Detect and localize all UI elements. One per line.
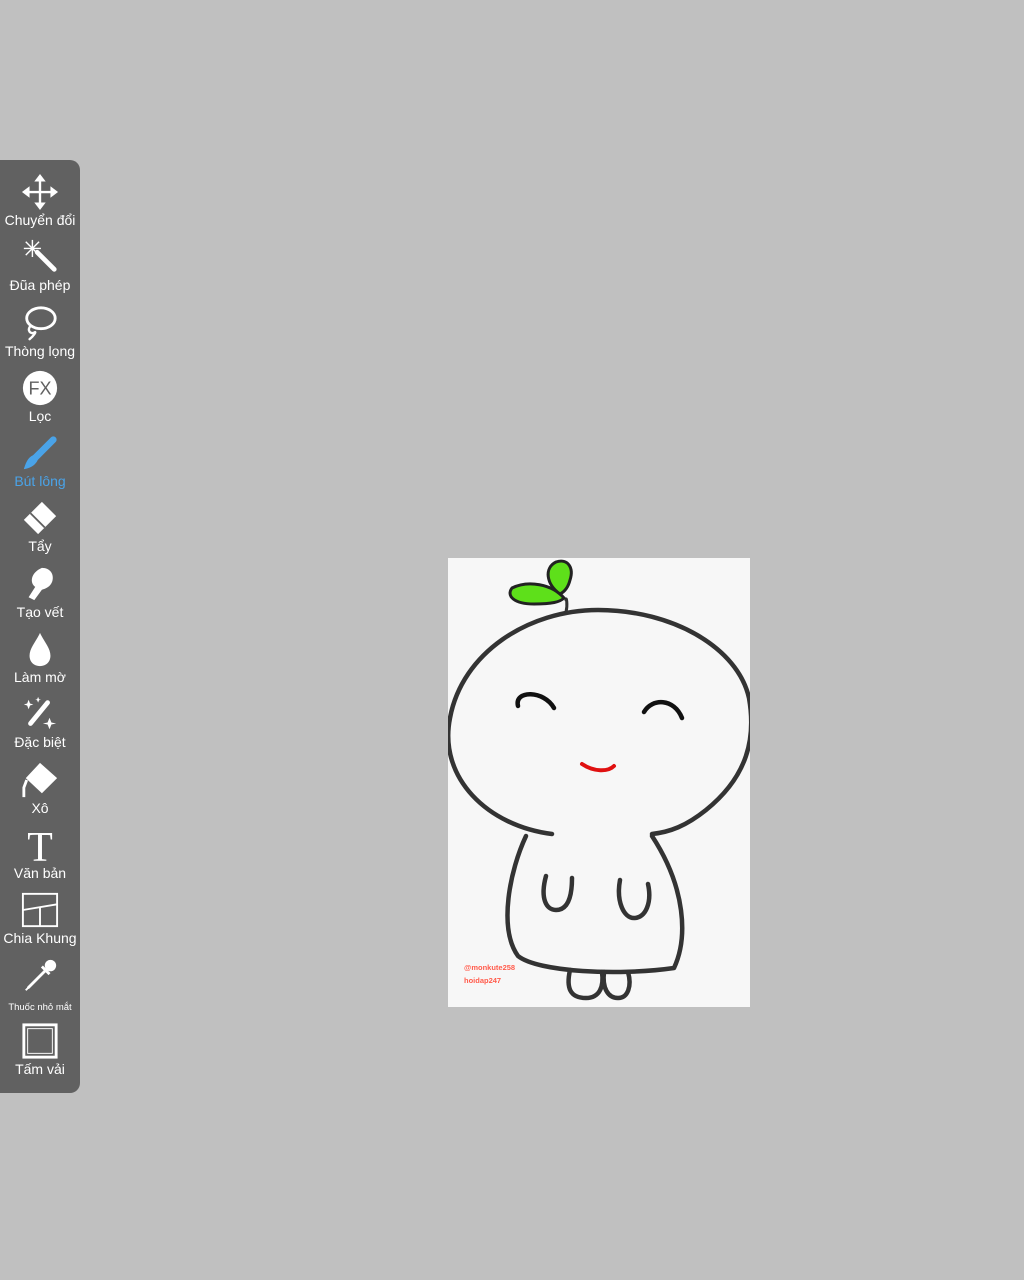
svg-text:FX: FX [28, 379, 51, 399]
eraser-icon [20, 498, 60, 538]
tool-blur[interactable]: Làm mờ [0, 629, 80, 694]
tool-label: Chuyển đổi [4, 212, 76, 228]
tool-label: Tấm vải [15, 1060, 65, 1077]
paint-bucket-icon [20, 760, 60, 800]
tool-special[interactable]: Đặc biệt [0, 694, 80, 759]
move-arrows-icon [20, 172, 60, 212]
magic-wand-icon [20, 237, 60, 277]
mascot-drawing [448, 559, 750, 1001]
tool-brush[interactable]: Bút lông [0, 433, 80, 498]
frame-divider-icon [20, 890, 60, 930]
tool-filter[interactable]: FX Lọc [0, 368, 80, 433]
tool-sidebar: Chuyển đổi Đũa phép Thòng lọng FX Lọc Bú… [0, 160, 80, 1093]
tool-label: Đũa phép [9, 277, 71, 294]
tool-label: Chia Khung [3, 930, 77, 947]
tool-label: Làm mờ [14, 669, 66, 686]
tool-label: Tạo vết [16, 603, 64, 620]
tool-lasso[interactable]: Thòng lọng [0, 303, 80, 368]
smudge-finger-icon [20, 564, 60, 604]
drawing-canvas[interactable]: @monkute258 hoidap247 [448, 558, 750, 1007]
tool-label: Đặc biệt [14, 734, 66, 751]
tool-label: Thòng lọng [4, 342, 76, 359]
tool-label: Thuốc nhỏ mắt [8, 1001, 72, 1013]
tool-text[interactable]: T Văn bản [0, 825, 80, 890]
svg-text:T: T [27, 826, 53, 864]
sparkle-pen-icon [20, 694, 60, 734]
lasso-icon [20, 303, 60, 343]
tool-canvas[interactable]: Tấm vải [0, 1021, 80, 1086]
signature-line1: @monkute258 [464, 963, 516, 972]
blur-drop-icon [20, 629, 60, 669]
tool-eyedropper[interactable]: Thuốc nhỏ mắt [0, 956, 80, 1021]
tool-smudge[interactable]: Tạo vết [0, 564, 80, 629]
tool-bucket[interactable]: Xô [0, 760, 80, 825]
tool-magic-wand[interactable]: Đũa phép [0, 237, 80, 302]
fx-filter-icon: FX [20, 368, 60, 408]
tool-label: Xô [31, 799, 49, 816]
canvas-icon [20, 1021, 60, 1061]
brush-icon [20, 433, 60, 473]
text-t-icon: T [20, 825, 60, 865]
eyedropper-icon [20, 956, 60, 996]
tool-label: Lọc [28, 407, 52, 424]
tool-eraser[interactable]: Tẩy [0, 498, 80, 563]
tool-label: Văn bản [13, 864, 67, 881]
tool-label: Bút lông [14, 473, 66, 490]
tool-frame-divider[interactable]: Chia Khung [0, 890, 80, 955]
tool-transform[interactable]: Chuyển đổi [0, 172, 80, 237]
tool-label: Tẩy [28, 538, 52, 555]
signature-line2: hoidap247 [464, 976, 502, 985]
